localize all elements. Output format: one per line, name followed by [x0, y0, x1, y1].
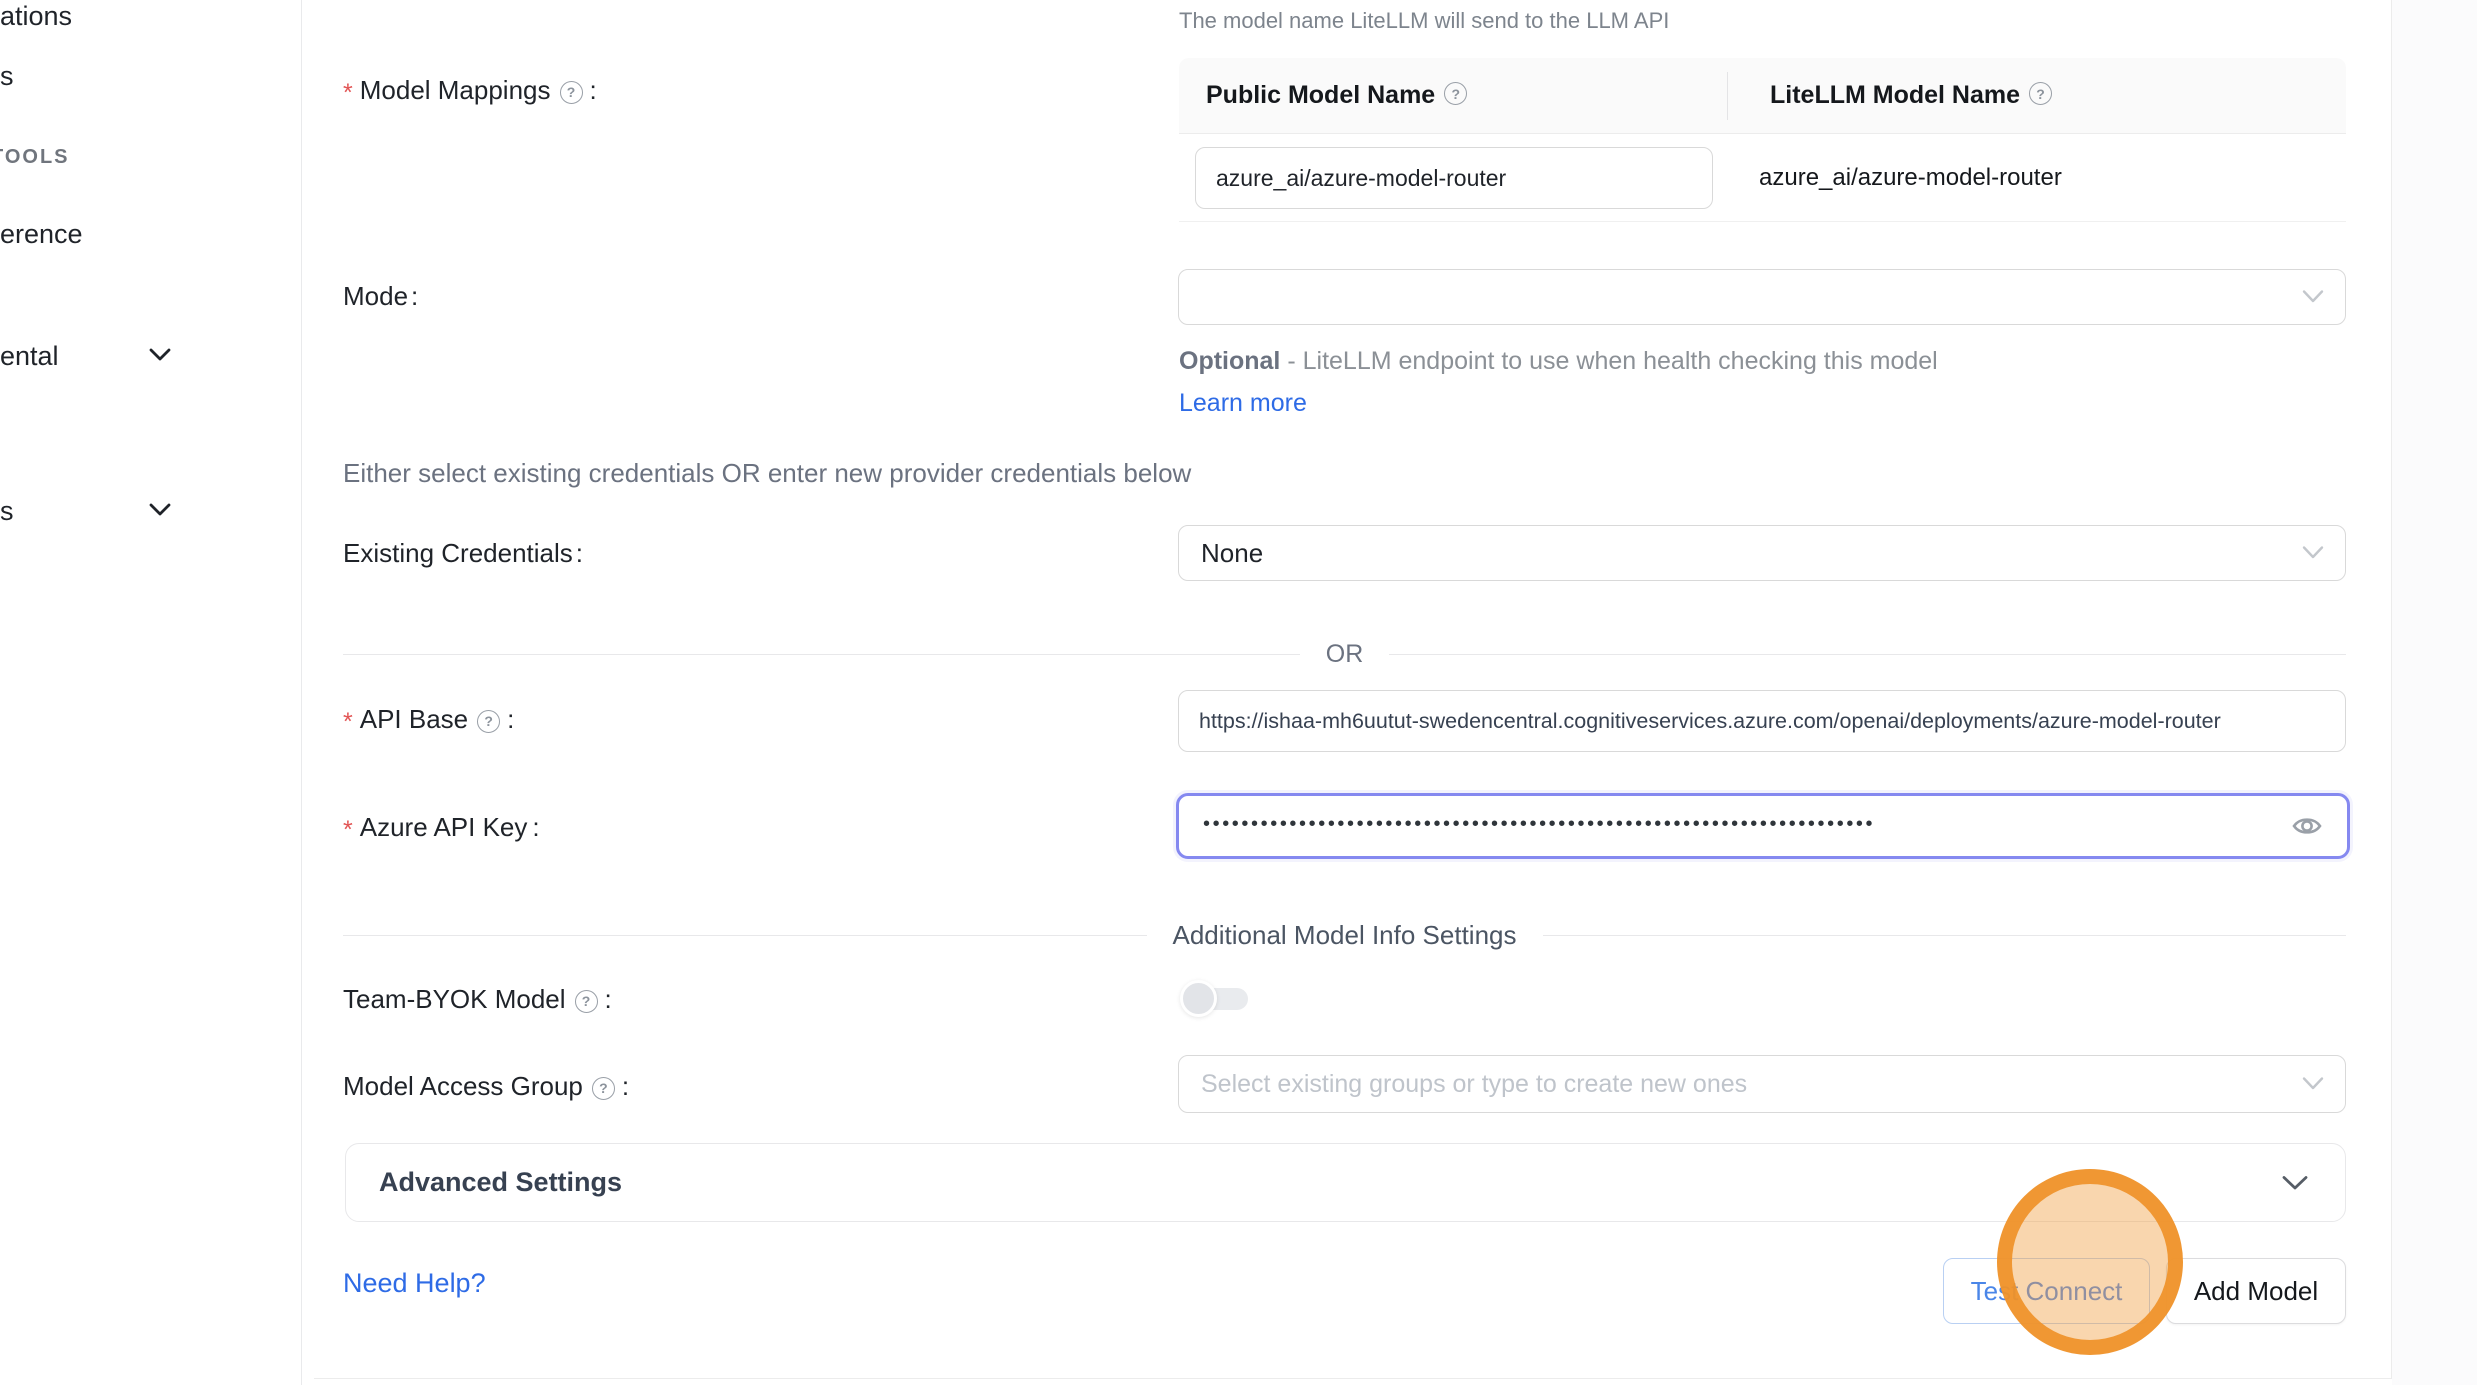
column-divider [1727, 72, 1728, 120]
need-help-link[interactable]: Need Help? [343, 1268, 486, 1299]
model-access-group-placeholder: Select existing groups or type to create… [1201, 1070, 1747, 1099]
api-base-input[interactable]: https://ishaa-mh6uutut-swedencentral.cog… [1178, 690, 2346, 752]
mode-select[interactable] [1178, 269, 2346, 325]
test-connect-button[interactable]: Test Connect [1943, 1258, 2150, 1324]
azure-api-key-label: *Azure API Key: [343, 809, 540, 846]
eye-icon[interactable] [2291, 813, 2323, 839]
litellm-name-helper-text: The model name LiteLLM will send to the … [1179, 8, 1669, 34]
toggle-knob [1180, 980, 1217, 1017]
help-icon[interactable]: ? [1444, 82, 1467, 105]
sidebar-item[interactable]: ations [0, 1, 72, 32]
team-byok-label: Team-BYOK Model?: [343, 981, 612, 1017]
chevron-down-icon [2301, 1077, 2325, 1092]
chevron-down-icon [2301, 546, 2325, 561]
column-header-litellm-model-name: LiteLLM Model Name? [1727, 81, 2054, 110]
sidebar-item[interactable]: s [0, 496, 14, 527]
table-header-row: Public Model Name? LiteLLM Model Name? [1179, 58, 2346, 134]
learn-more-link[interactable]: Learn more [1179, 389, 1307, 417]
chevron-down-icon [2281, 1174, 2309, 1191]
model-mappings-label: *Model Mappings?: [343, 72, 597, 109]
help-icon[interactable]: ? [592, 1077, 615, 1100]
required-marker: * [343, 79, 353, 107]
chevron-down-icon[interactable] [148, 502, 172, 518]
help-icon[interactable]: ? [2029, 82, 2052, 105]
public-model-name-input[interactable] [1195, 147, 1713, 209]
page-background [2392, 0, 2477, 1385]
sidebar-item[interactable]: erence [0, 219, 83, 250]
sidebar-item[interactable]: ental [0, 341, 59, 372]
card-border [314, 1378, 2392, 1379]
existing-credentials-label: Existing Credentials: [343, 535, 583, 571]
masked-password-value: ••••••••••••••••••••••••••••••••••••••••… [1203, 813, 2291, 836]
model-mappings-table: Public Model Name? LiteLLM Model Name? a… [1179, 58, 2346, 222]
team-byok-toggle[interactable] [1180, 980, 1250, 1017]
column-header-public-model-name: Public Model Name? [1179, 81, 1727, 110]
mode-helper-text: Optional - LiteLLM endpoint to use when … [1179, 340, 1999, 424]
help-icon[interactable]: ? [560, 81, 583, 104]
additional-info-divider: Additional Model Info Settings [343, 920, 2346, 951]
help-icon[interactable]: ? [477, 710, 500, 733]
chevron-down-icon [2301, 290, 2325, 305]
table-row: azure_ai/azure-model-router [1179, 134, 2346, 222]
credentials-note: Either select existing credentials OR en… [343, 458, 1191, 489]
azure-api-key-input[interactable]: ••••••••••••••••••••••••••••••••••••••••… [1176, 793, 2350, 859]
card-border [2391, 0, 2392, 1378]
advanced-settings-panel[interactable]: Advanced Settings [345, 1143, 2346, 1222]
sidebar-section-label: TOOLS [0, 146, 70, 169]
existing-credentials-value: None [1201, 538, 1263, 569]
sidebar-item[interactable]: s [0, 61, 14, 92]
model-access-group-select[interactable]: Select existing groups or type to create… [1178, 1055, 2346, 1113]
litellm-model-name-value: azure_ai/azure-model-router [1743, 134, 2062, 222]
model-access-group-label: Model Access Group?: [343, 1068, 629, 1104]
or-divider: OR [343, 640, 2346, 669]
sidebar: ations s TOOLS erence ental s [0, 0, 302, 1385]
add-model-button[interactable]: Add Model [2166, 1258, 2346, 1324]
chevron-down-icon[interactable] [148, 347, 172, 363]
required-marker: * [343, 816, 353, 844]
advanced-settings-title: Advanced Settings [346, 1167, 622, 1198]
help-icon[interactable]: ? [575, 990, 598, 1013]
mode-label: Mode: [343, 278, 418, 314]
existing-credentials-select[interactable]: None [1178, 525, 2346, 581]
add-model-form: The model name LiteLLM will send to the … [302, 0, 2477, 1385]
required-marker: * [343, 708, 353, 736]
api-base-label: *API Base?: [343, 701, 514, 738]
